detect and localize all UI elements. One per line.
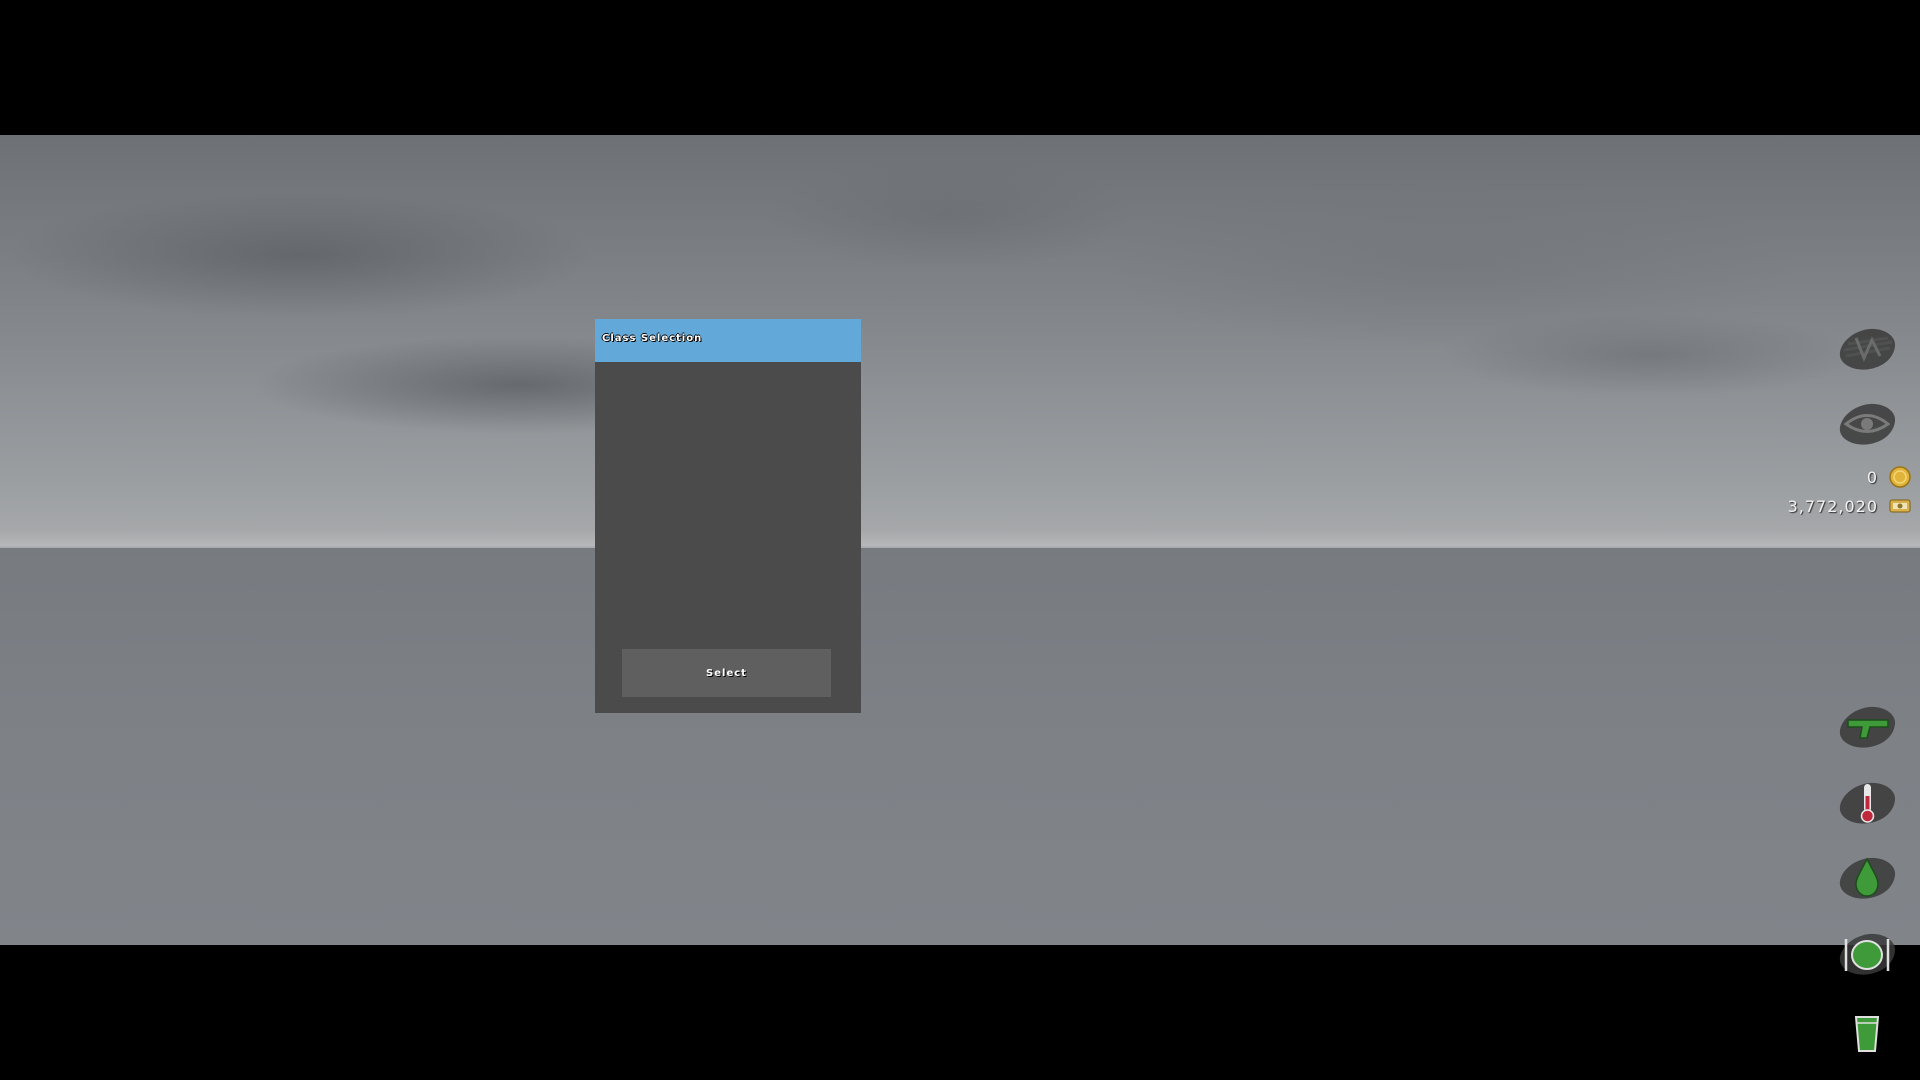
temperature-icon[interactable] (1834, 776, 1900, 830)
cash-balance: 3,772,020 (1788, 493, 1912, 519)
food-icon[interactable] (1834, 927, 1900, 981)
eye-icon[interactable] (1834, 397, 1900, 451)
coin-amount: 0 (1866, 467, 1878, 487)
game-world-view (0, 135, 1920, 945)
letterbox-top (0, 0, 1920, 135)
weapon-icon[interactable] (1834, 700, 1900, 754)
game-screen: Class Selection Select 0 3,772,020 (0, 0, 1920, 1080)
letterbox-bottom (0, 945, 1920, 1080)
map-icon[interactable] (1834, 322, 1900, 376)
class-selection-dialog: Class Selection Select (595, 319, 861, 713)
cash-amount: 3,772,020 (1787, 496, 1878, 516)
coin-balance: 0 (1867, 464, 1912, 490)
dialog-header: Class Selection (595, 319, 861, 362)
ground (0, 548, 1920, 945)
class-list[interactable] (595, 362, 861, 632)
dialog-title: Class Selection (602, 333, 703, 344)
coin-icon (1889, 466, 1911, 488)
sky (0, 135, 1920, 548)
select-button[interactable]: Select (622, 649, 831, 697)
drink-icon[interactable] (1834, 1005, 1900, 1059)
cash-icon (1889, 499, 1911, 513)
water-drop-icon[interactable] (1834, 851, 1900, 905)
